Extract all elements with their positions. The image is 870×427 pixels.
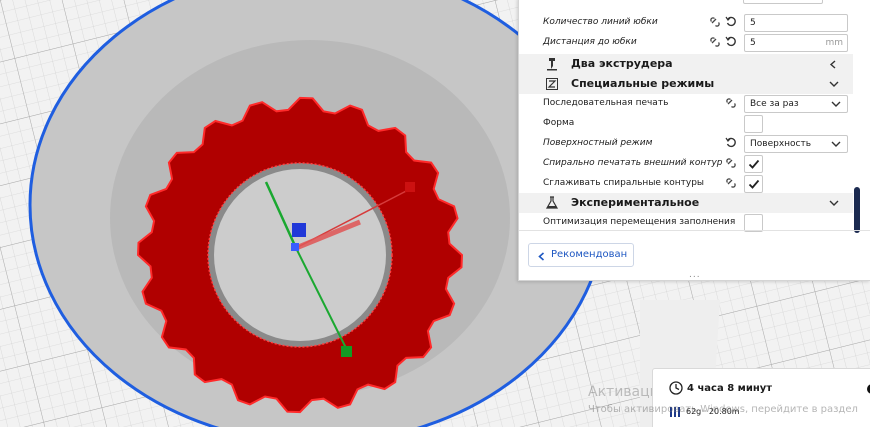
chevron-down-icon	[831, 141, 841, 147]
print-sequence-select[interactable]: Все за раз	[744, 95, 848, 113]
category-dual-extruder[interactable]: Два экструдера	[519, 54, 853, 74]
print-info-panel[interactable]: 4 часа 8 минут 62g · 20.80m	[652, 368, 870, 427]
previous-setting-input[interactable]	[743, 0, 823, 4]
mold-checkbox[interactable]	[744, 115, 763, 133]
link-icon[interactable]	[725, 157, 737, 169]
chevron-down-icon[interactable]	[829, 80, 839, 88]
recommended-button-label: Рекомендован	[551, 249, 628, 260]
link-icon[interactable]	[709, 36, 721, 48]
reset-icon[interactable]	[725, 16, 737, 28]
dual-extruder-icon	[547, 58, 557, 71]
chevron-left-icon[interactable]	[829, 60, 837, 69]
skirt-distance-input[interactable]: 5 mm	[744, 34, 848, 52]
category-experimental[interactable]: Экспериментальное	[519, 193, 853, 213]
skirt-line-count-input[interactable]: 5	[744, 14, 848, 32]
chevron-down-icon	[831, 101, 841, 107]
category-special-modes[interactable]: Специальные режимы	[519, 74, 853, 94]
clock-icon	[669, 381, 683, 395]
windows-activation-watermark-subtitle: Чтобы активировать Windows, перейдите в …	[588, 404, 858, 415]
surface-mode-select[interactable]: Поверхность	[744, 135, 848, 153]
spiralize-checkbox[interactable]	[744, 155, 763, 173]
setting-spiralize: Спирально печатать внешний контур	[519, 154, 853, 174]
experimental-flask-icon	[545, 196, 559, 209]
setting-label: Спирально печатать внешний контур	[543, 158, 723, 168]
link-icon[interactable]	[725, 97, 737, 109]
print-settings-panel: Количество линий юбки 5 Дистанция до юбк…	[518, 0, 870, 281]
setting-label: Сглаживать спиральные контуры	[543, 178, 705, 188]
reset-icon[interactable]	[725, 36, 737, 48]
special-modes-icon	[546, 78, 558, 90]
gizmo-center	[291, 243, 299, 251]
checkmark-icon	[748, 159, 760, 169]
setting-smooth-spiral: Сглаживать спиральные контуры	[519, 174, 853, 194]
setting-skirt-line-count: Количество линий юбки 5	[519, 13, 853, 33]
settings-scrollbar-thumb[interactable]	[854, 187, 860, 233]
setting-label: Количество линий юбки	[543, 17, 658, 27]
setting-label: Оптимизация перемещения заполнения	[543, 217, 736, 227]
gizmo-x-handle[interactable]	[405, 182, 415, 192]
reset-icon[interactable]	[725, 137, 737, 149]
setting-label: Дистанция до юбки	[543, 37, 637, 47]
category-label: Экспериментальное	[571, 196, 700, 209]
setting-mold: Форма	[519, 114, 853, 134]
category-label: Два экструдера	[571, 57, 673, 70]
setting-skirt-distance: Дистанция до юбки 5 mm	[519, 33, 853, 53]
chevron-down-icon[interactable]	[829, 199, 839, 207]
link-icon[interactable]	[725, 177, 737, 189]
estimated-print-time: 4 часа 8 минут	[687, 383, 773, 394]
smooth-spiral-checkbox[interactable]	[744, 175, 763, 193]
link-icon[interactable]	[709, 16, 721, 28]
recommended-mode-button[interactable]: Рекомендован	[528, 243, 634, 267]
panel-divider	[519, 230, 870, 231]
chevron-left-icon	[538, 252, 545, 261]
gizmo-z-handle[interactable]	[292, 223, 306, 237]
setting-surface-mode: Поверхностный режим Поверхность	[519, 134, 853, 154]
checkmark-icon	[748, 179, 760, 189]
category-label: Специальные режимы	[571, 77, 715, 90]
setting-print-sequence: Последовательная печать Все за раз	[519, 94, 853, 114]
setting-label: Последовательная печать	[543, 98, 669, 108]
setting-label: Поверхностный режим	[543, 138, 653, 148]
gizmo-y-handle[interactable]	[341, 346, 352, 357]
setting-label: Форма	[543, 118, 575, 128]
panel-resize-handle[interactable]: ...	[689, 271, 701, 280]
